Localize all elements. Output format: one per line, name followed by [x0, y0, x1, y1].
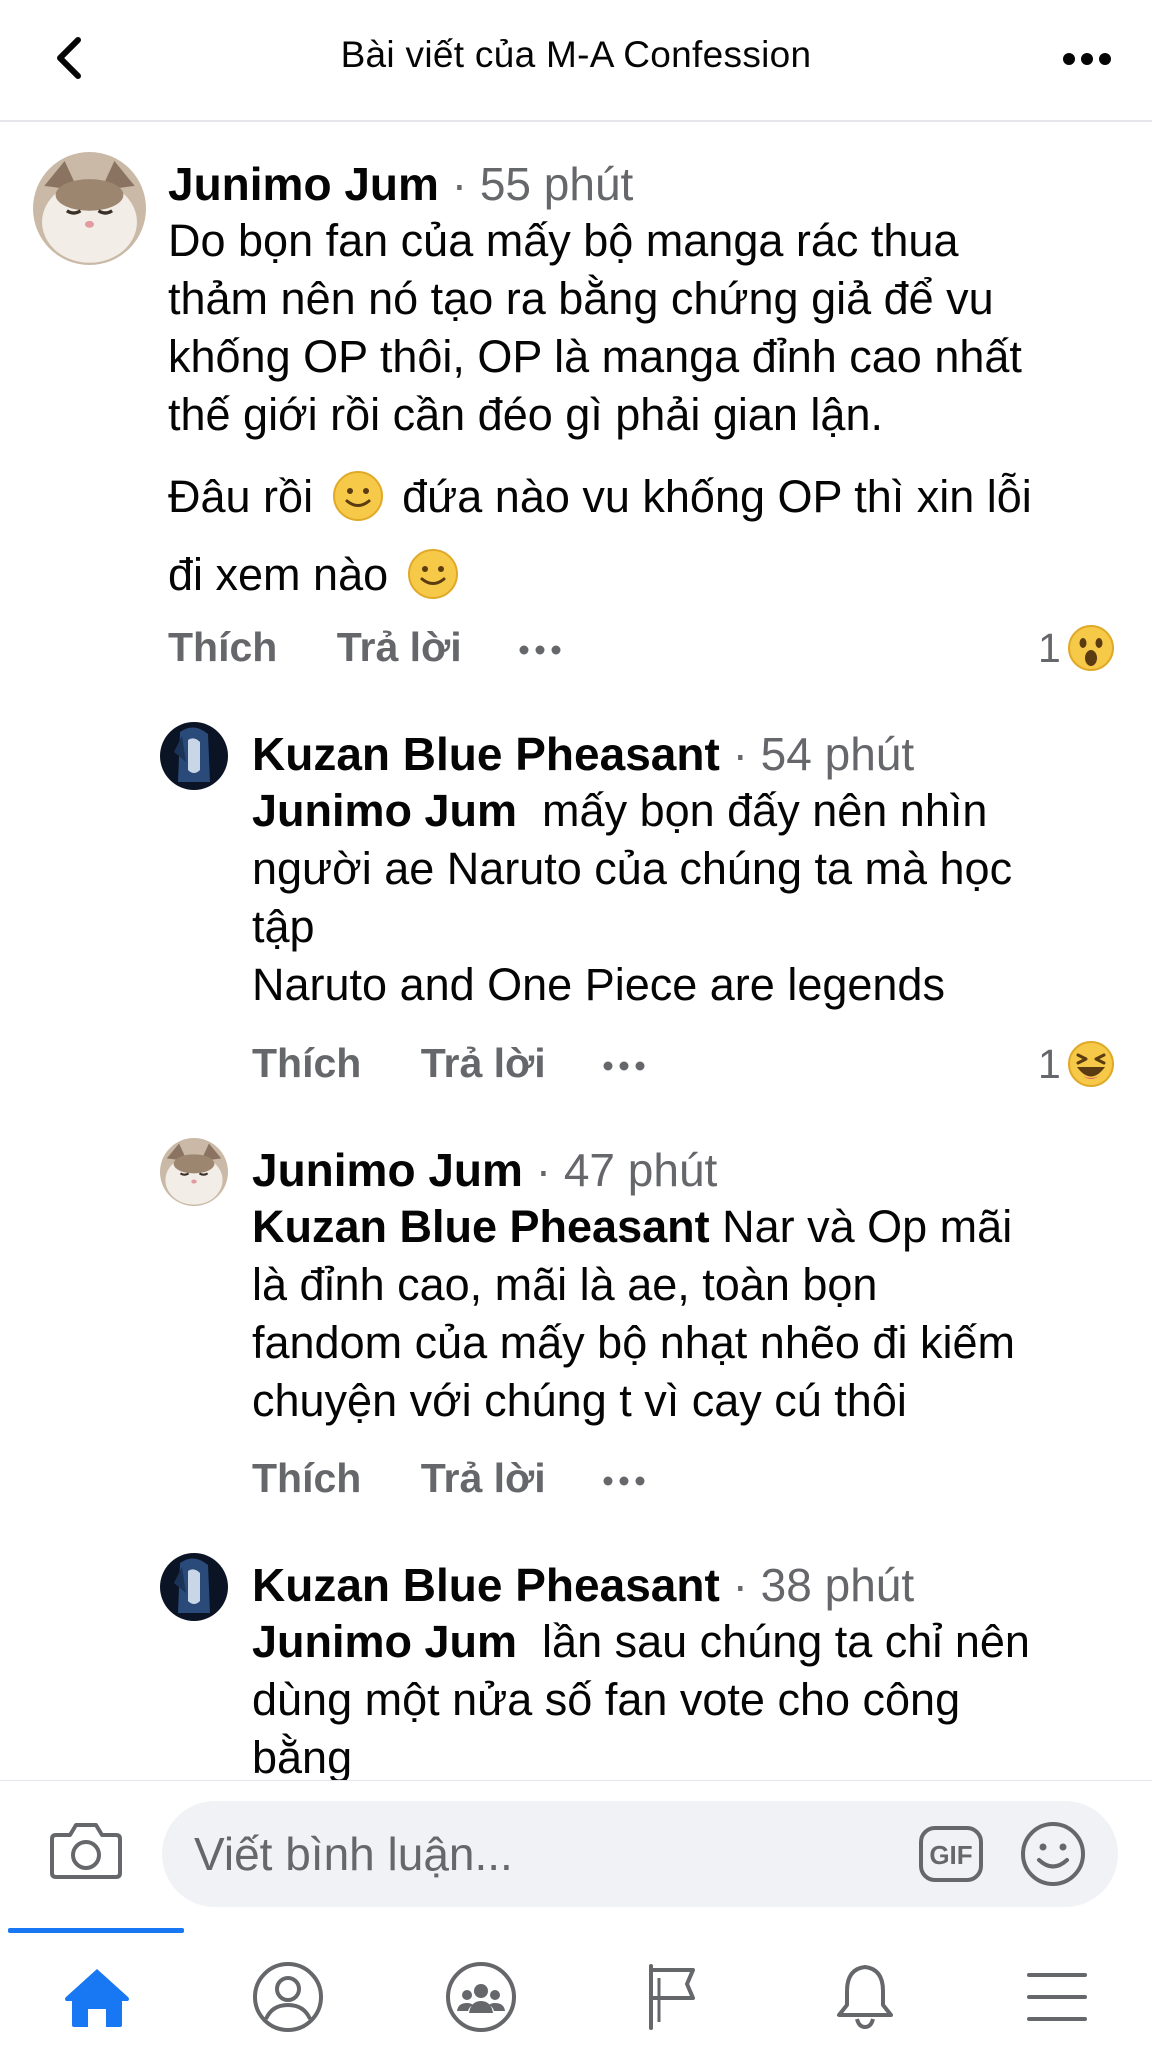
nav-home[interactable] [52, 1952, 142, 2042]
gif-button[interactable]: GIF [918, 1825, 984, 1883]
nav-notifications[interactable] [820, 1952, 910, 2042]
comment-line: lần sau chúng ta chỉ nên [517, 1616, 1030, 1667]
groups-icon [446, 1962, 516, 2032]
comment-time: 38 phút [760, 1559, 915, 1611]
nav-menu[interactable] [1012, 1952, 1102, 2042]
nav-groups[interactable] [436, 1952, 526, 2042]
home-icon [65, 1969, 129, 2027]
camera-button[interactable] [50, 1819, 130, 1889]
bottom-navigation [0, 1928, 1152, 2048]
emoji-button[interactable] [1020, 1821, 1086, 1887]
gif-label: GIF [929, 1840, 972, 1870]
comment-text: Junimo Jum lần sau chúng ta chỉ nên dùng… [252, 1613, 1132, 1780]
camera-icon [50, 1823, 122, 1879]
comment-input[interactable] [194, 1821, 894, 1887]
avatar[interactable] [160, 1553, 228, 1621]
separator-dot: · [732, 1559, 748, 1611]
profile-icon [253, 1962, 323, 2032]
reply-comment-item: Kuzan Blue Pheasant · 38 phút Junimo Jum… [0, 0, 1152, 1780]
nav-pages[interactable] [628, 1952, 718, 2042]
comment-line: bằng [252, 1732, 353, 1780]
smiley-face-icon [1021, 1822, 1085, 1886]
gif-icon: GIF [919, 1826, 983, 1882]
comment-input-container: GIF [162, 1801, 1118, 1907]
comment-line: dùng một nửa số fan vote cho công [252, 1674, 961, 1725]
menu-icon [1027, 1973, 1087, 2021]
mention-tag[interactable]: Junimo Jum [252, 1616, 517, 1667]
notifications-bell-icon [837, 1965, 893, 2030]
nav-profile[interactable] [243, 1952, 333, 2042]
active-tab-indicator [8, 1928, 184, 1933]
anime-character-avatar-image [160, 1553, 228, 1621]
comment-author[interactable]: Kuzan Blue Pheasant [252, 1559, 720, 1611]
comment-composer: GIF [0, 1780, 1152, 1928]
pages-flag-icon [649, 1964, 695, 2030]
